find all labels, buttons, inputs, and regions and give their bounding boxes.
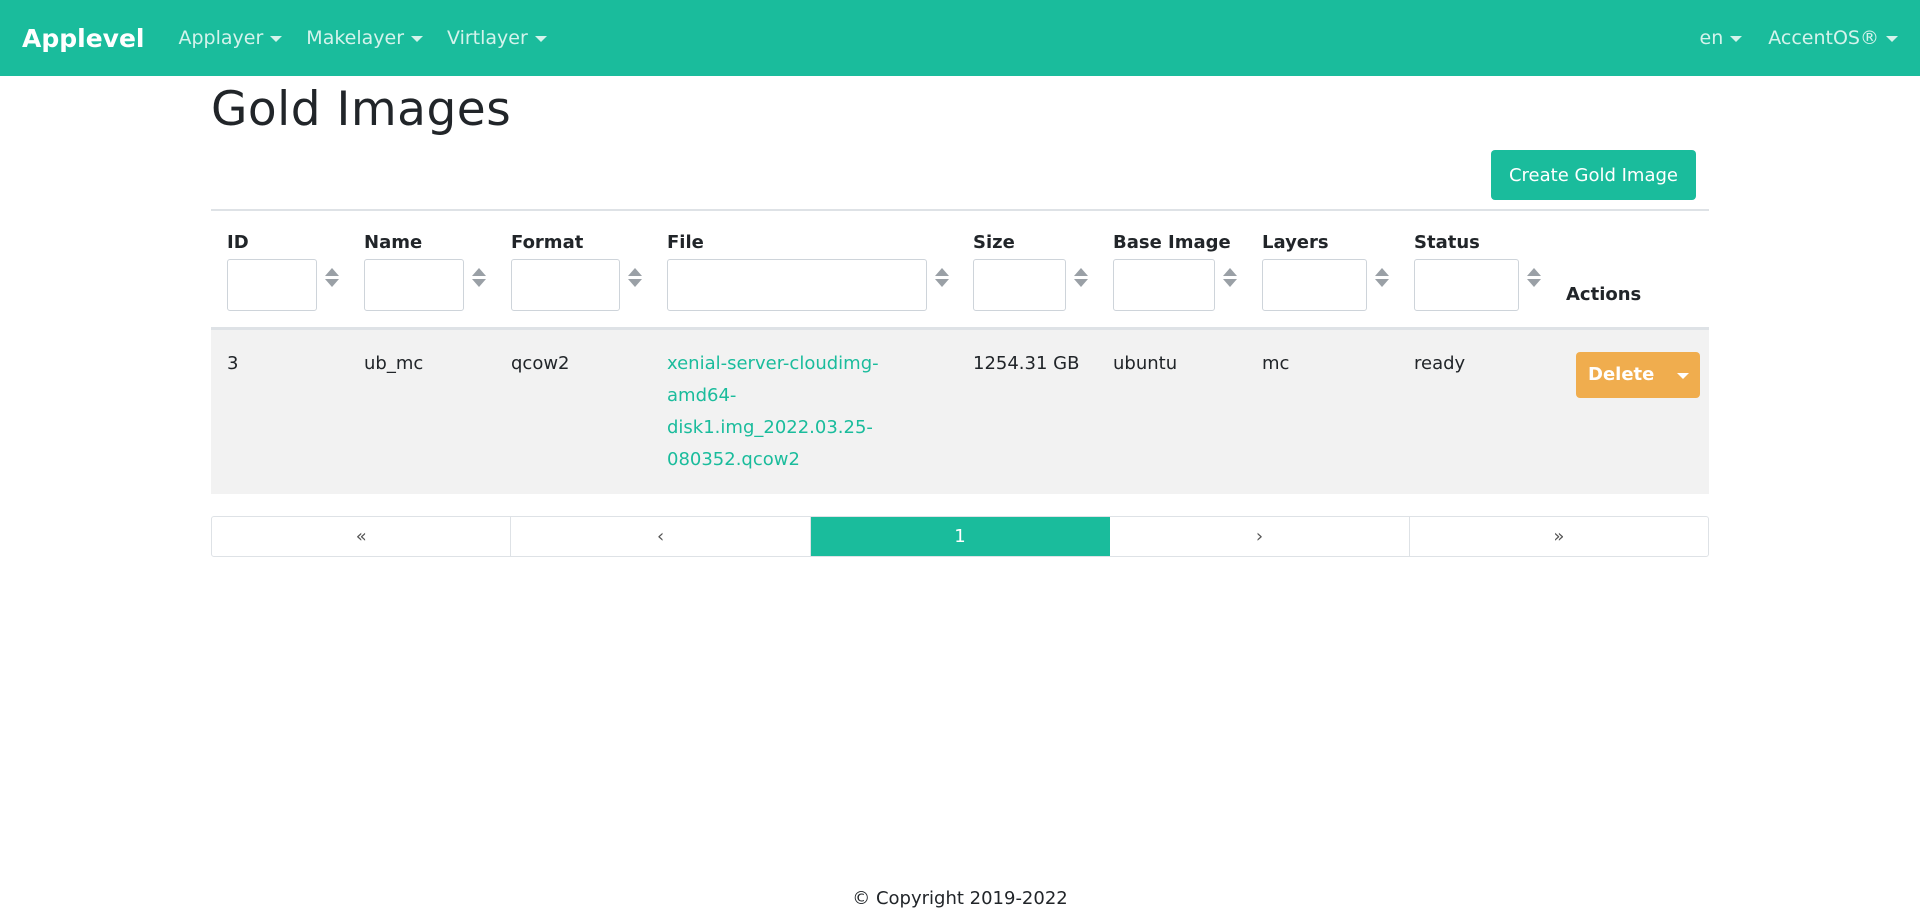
column-label: ID (227, 232, 249, 253)
main-container: Gold Images Create Gold Image ID Name Fo… (211, 76, 1709, 557)
column-label: File (667, 232, 704, 253)
sort-icon[interactable] (1375, 267, 1389, 287)
column-label: Base Image (1113, 232, 1231, 253)
nav-menu-label: Applayer (178, 27, 264, 49)
cell-format: qcow2 (511, 353, 570, 374)
column-label: Size (973, 232, 1015, 253)
pagination: « ‹ 1 › » (211, 516, 1709, 557)
filter-base-image-input[interactable] (1113, 259, 1215, 311)
column-header-name: Name (348, 210, 495, 330)
filter-size-input[interactable] (973, 259, 1066, 311)
cell-actions: Delete (1550, 329, 1709, 495)
cell-layers: mc (1262, 353, 1290, 374)
sort-icon[interactable] (1074, 267, 1088, 287)
column-header-base-image: Base Image (1097, 210, 1246, 330)
pagination-first[interactable]: « (212, 517, 512, 556)
cell-base-image: ubuntu (1113, 353, 1178, 374)
column-header-format: Format (495, 210, 651, 330)
caret-down-icon (1886, 36, 1898, 42)
file-link[interactable]: xenial-server-cloudimg-amd64-disk1.img_2… (667, 348, 937, 476)
footer-copyright: © Copyright 2019-2022 (852, 888, 1068, 909)
filter-format-input[interactable] (511, 259, 620, 311)
delete-button[interactable]: Delete (1576, 352, 1666, 398)
column-header-file: File (651, 210, 957, 330)
language-dropdown[interactable]: en (1700, 27, 1743, 49)
caret-down-icon (411, 36, 424, 42)
table-row: 3 ub_mc qcow2 xenial-server-cloudimg-amd… (211, 328, 1709, 495)
column-label: Layers (1262, 232, 1329, 253)
sort-icon[interactable] (325, 267, 339, 287)
filter-file-input[interactable] (667, 259, 927, 311)
action-dropdown-toggle[interactable] (1666, 352, 1700, 398)
pagination-last[interactable]: » (1410, 517, 1708, 556)
table-header-row: ID Name Format File Size Base Image Laye… (211, 210, 1709, 330)
gold-images-table: ID Name Format File Size Base Image Laye… (211, 209, 1709, 494)
cell-name: ub_mc (364, 353, 424, 374)
nav-menu-label: Virtlayer (447, 27, 528, 49)
page-title: Gold Images (211, 82, 512, 137)
cell-size: 1254.31 GB (973, 353, 1080, 374)
pagination-next[interactable]: › (1110, 517, 1410, 556)
column-header-status: Status (1398, 210, 1550, 330)
column-label: Format (511, 232, 584, 253)
nav-menu-virtlayer[interactable]: Virtlayer (447, 27, 547, 49)
column-header-id: ID (211, 210, 348, 330)
sort-icon[interactable] (628, 267, 642, 287)
caret-down-icon (270, 36, 283, 42)
cell-file: xenial-server-cloudimg-amd64-disk1.img_2… (651, 329, 957, 495)
nav-menu-label: Makelayer (306, 27, 405, 49)
nav-menu-makelayer[interactable]: Makelayer (306, 27, 424, 49)
language-label: en (1699, 27, 1724, 49)
column-label: Status (1414, 232, 1480, 253)
sort-icon[interactable] (935, 267, 949, 287)
sort-icon[interactable] (1223, 267, 1237, 287)
filter-name-input[interactable] (364, 259, 464, 311)
filter-layers-input[interactable] (1262, 259, 1367, 311)
caret-down-icon (534, 36, 547, 42)
brand-logo[interactable]: Applevel (22, 24, 145, 53)
nav-right-group: en AccentOS® (1674, 27, 1898, 49)
nav-menu-applayer[interactable]: Applayer (179, 27, 283, 49)
pagination-prev[interactable]: ‹ (511, 517, 811, 556)
caret-down-icon (1730, 36, 1743, 42)
column-header-actions: Actions (1550, 210, 1709, 330)
filter-id-input[interactable] (227, 259, 317, 311)
cell-status: ready (1414, 353, 1466, 374)
action-split-button: Delete (1576, 352, 1701, 398)
cell-id: 3 (227, 353, 239, 374)
top-navbar: Applevel Applayer Makelayer Virtlayer en… (0, 0, 1920, 76)
filter-status-input[interactable] (1414, 259, 1519, 311)
caret-down-icon (1677, 373, 1690, 379)
column-label: Name (364, 232, 423, 253)
toolbar: Create Gold Image (211, 150, 1709, 209)
sort-icon[interactable] (472, 267, 486, 287)
user-menu-label: AccentOS® (1768, 27, 1879, 49)
pagination-current-page[interactable]: 1 (810, 517, 1111, 556)
user-menu-dropdown[interactable]: AccentOS® (1768, 27, 1898, 49)
column-label: Actions (1566, 284, 1642, 305)
sort-icon[interactable] (1527, 267, 1541, 287)
column-header-layers: Layers (1246, 210, 1398, 330)
column-header-size: Size (957, 210, 1097, 330)
create-gold-image-button[interactable]: Create Gold Image (1490, 150, 1696, 200)
